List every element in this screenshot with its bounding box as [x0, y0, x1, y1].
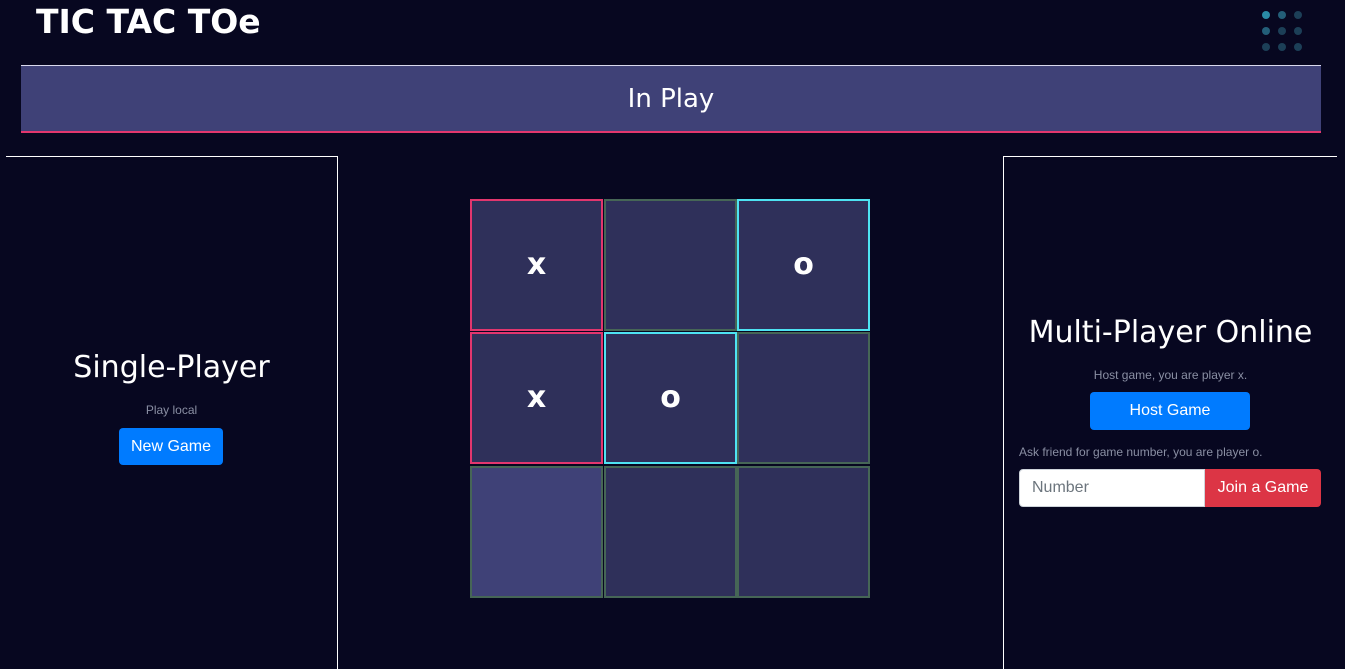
- cell-mark: o: [660, 380, 681, 415]
- cell-mark: x: [526, 380, 547, 415]
- dots-grid-icon[interactable]: [1258, 7, 1306, 55]
- join-game-button[interactable]: Join a Game: [1205, 469, 1321, 507]
- game-page: TIC TAC TOe In Play Single-Player Play l…: [0, 0, 1345, 669]
- single-player-subtitle: Play local: [145, 403, 198, 417]
- menu-dot: [1294, 43, 1302, 51]
- menu-dot: [1262, 27, 1270, 35]
- menu-dot: [1278, 11, 1286, 19]
- board-cell[interactable]: o: [604, 332, 737, 464]
- single-player-title: Single-Player: [73, 350, 270, 385]
- app-logo: TIC TAC TOe: [36, 2, 261, 41]
- menu-dot: [1262, 11, 1270, 19]
- menu-dot: [1294, 27, 1302, 35]
- multi-player-title: Multi-Player Online: [1028, 315, 1313, 350]
- single-player-panel: Single-Player Play local New Game: [6, 156, 338, 669]
- menu-dot: [1294, 11, 1302, 19]
- board-cell[interactable]: x: [470, 332, 603, 464]
- multi-player-panel: Multi-Player Online Host game, you are p…: [1003, 156, 1337, 669]
- cell-mark: x: [526, 247, 547, 282]
- join-game-group: Join a Game: [1019, 469, 1321, 507]
- board-cell[interactable]: [737, 332, 870, 464]
- menu-dot: [1278, 43, 1286, 51]
- board-cell[interactable]: [604, 466, 737, 598]
- host-game-button[interactable]: Host Game: [1090, 392, 1250, 430]
- board-cell[interactable]: [470, 466, 603, 598]
- board-cell[interactable]: x: [470, 199, 603, 331]
- menu-dot: [1262, 43, 1270, 51]
- board-cell[interactable]: o: [737, 199, 870, 331]
- cell-mark: o: [793, 247, 814, 282]
- board-cell[interactable]: [737, 466, 870, 598]
- game-status-text: In Play: [627, 83, 715, 114]
- game-board: x o x o: [470, 199, 872, 599]
- board-cell[interactable]: [604, 199, 737, 331]
- join-hint-text: Ask friend for game number, you are play…: [1019, 445, 1263, 459]
- new-game-button[interactable]: New Game: [119, 428, 223, 465]
- menu-dot: [1278, 27, 1286, 35]
- game-status-bar: In Play: [21, 65, 1321, 133]
- host-hint-text: Host game, you are player x.: [1093, 368, 1248, 382]
- game-number-input[interactable]: [1019, 469, 1205, 507]
